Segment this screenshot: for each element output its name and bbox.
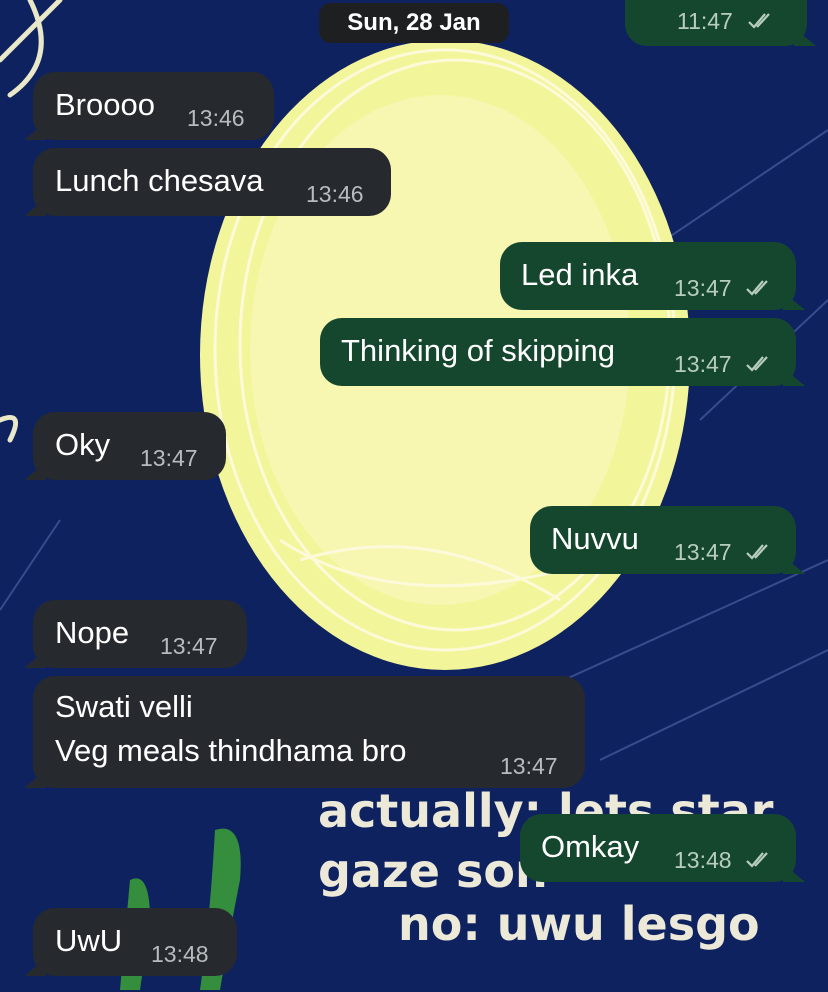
message-time: 13:47	[160, 633, 218, 659]
message-time: 13:48	[151, 941, 209, 967]
message-time: 13:47	[140, 445, 198, 471]
double-check-icon	[746, 852, 768, 868]
message-time: 13:46	[187, 105, 245, 131]
message-time: 13:46	[306, 181, 364, 207]
chat-view[interactable]: actually: lets star gaze son no: uwu les…	[0, 0, 828, 992]
message-bubble-outgoing[interactable]: Thinking of skipping 13:47	[320, 318, 796, 386]
message-bubble-incoming[interactable]: Nope 13:47	[33, 600, 247, 668]
message-bubble-incoming[interactable]: Oky 13:47	[33, 412, 226, 480]
message-text: Oky	[55, 427, 111, 462]
doodle-line-2: gaze son	[318, 844, 548, 898]
double-check-icon	[746, 356, 768, 372]
message-text-line-2: Veg meals thindhama bro	[55, 733, 407, 768]
double-check-icon	[746, 544, 768, 560]
message-bubble-incoming[interactable]: UwU 13:48	[33, 908, 237, 976]
message-text-line-1: Swati velli	[55, 689, 193, 724]
date-separator: Sun, 28 Jan	[319, 3, 509, 43]
message-bubble-incoming[interactable]: Swati velli Veg meals thindhama bro 13:4…	[33, 676, 585, 788]
message-text: Nope	[55, 615, 130, 650]
message-time: 11:47	[677, 8, 733, 34]
message-text: Led inka	[521, 257, 639, 292]
message-text: Lunch chesava	[55, 163, 264, 198]
message-text: Omkay	[541, 829, 640, 864]
double-check-icon	[746, 280, 768, 296]
message-bubble-outgoing[interactable]: Led inka 13:47	[500, 242, 796, 310]
message-bubble-outgoing[interactable]: Omkay 13:48	[520, 814, 796, 882]
message-bubble-outgoing[interactable]: Nuvvu 13:47	[530, 506, 796, 574]
doodle-line-3: no: uwu lesgo	[398, 897, 760, 951]
message-text: Thinking of skipping	[341, 333, 615, 368]
double-check-icon	[748, 13, 770, 29]
message-bubble-outgoing[interactable]: 11:47	[625, 0, 807, 46]
message-time: 13:47	[674, 275, 732, 301]
message-text: Broooo	[55, 87, 155, 122]
message-time: 13:47	[674, 351, 732, 377]
message-bubble-incoming[interactable]: Lunch chesava 13:46	[33, 148, 391, 216]
message-text: UwU	[55, 923, 123, 958]
message-time: 13:47	[500, 753, 558, 779]
message-time: 13:48	[674, 847, 732, 873]
message-bubble-incoming[interactable]: Broooo 13:46	[33, 72, 274, 140]
message-text: Nuvvu	[551, 521, 639, 556]
message-time: 13:47	[674, 539, 732, 565]
